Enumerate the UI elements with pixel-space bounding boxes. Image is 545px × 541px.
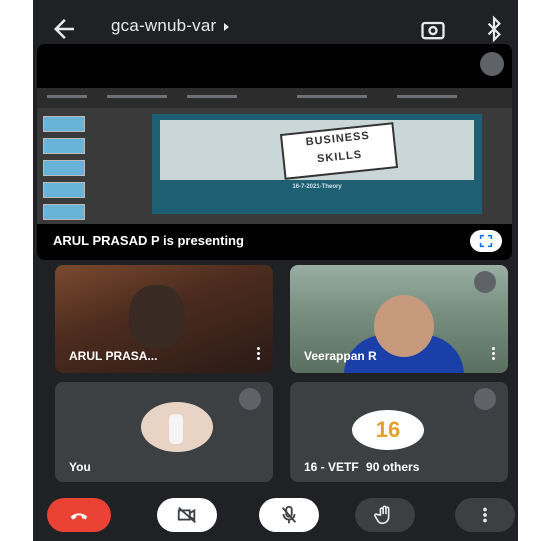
meeting-title[interactable]: gca-wnub-var (111, 16, 230, 36)
participant-name: Veerappan R (304, 349, 377, 363)
participant-name-text: 16 - VETF (304, 460, 359, 474)
pin-icon[interactable] (480, 52, 504, 76)
participant-name: You (69, 460, 91, 474)
raise-hand-icon (374, 505, 390, 525)
participant-tile[interactable]: 16 16 - VETF 90 others (290, 382, 508, 482)
presenter-status: ARUL PRASAD P is presenting (53, 233, 244, 248)
participant-tile[interactable]: You (55, 382, 273, 482)
avatar: 16 (352, 410, 424, 450)
meet-app: gca-wnub-var BUSINESS SKILLS 16-7-2021-T… (33, 0, 518, 541)
more-options-button[interactable] (455, 498, 515, 532)
slide-sign: BUSINESS SKILLS (279, 122, 399, 180)
phone-hangup-icon (70, 513, 88, 520)
slide-thumbnails (43, 116, 87, 220)
participant-tile[interactable]: Veerappan R (290, 265, 508, 373)
more-vert-icon[interactable] (492, 347, 496, 361)
others-count: 90 others (366, 460, 420, 474)
more-vert-icon (483, 507, 487, 523)
fullscreen-button[interactable] (470, 230, 502, 252)
participant-face (374, 295, 434, 357)
participant-name: ARUL PRASA... (69, 349, 158, 363)
meeting-code: gca-wnub-var (111, 16, 217, 35)
slide-image: BUSINESS SKILLS (160, 120, 474, 180)
caret-right-icon (224, 22, 230, 31)
raise-hand-button[interactable] (355, 498, 415, 532)
participant-tile[interactable]: ARUL PRASA... (55, 265, 273, 373)
bluetooth-icon[interactable] (481, 14, 507, 44)
end-call-button[interactable] (47, 498, 111, 532)
presentation-view[interactable]: BUSINESS SKILLS 16-7-2021-Theory ARUL PR… (37, 44, 512, 260)
camera-off-icon (177, 506, 196, 524)
mic-off-icon (474, 388, 496, 410)
shared-screen: BUSINESS SKILLS 16-7-2021-Theory (37, 88, 512, 224)
slide-thumbnail (43, 116, 85, 132)
more-vert-icon[interactable] (257, 347, 261, 361)
camera-toggle-button[interactable] (157, 498, 217, 532)
slide-thumbnail (43, 138, 85, 154)
mic-off-icon (474, 271, 496, 293)
slide-thumbnail (43, 160, 85, 176)
mic-off-icon (281, 505, 297, 524)
mic-off-icon (239, 388, 261, 410)
mic-toggle-button[interactable] (259, 498, 319, 532)
ribbon-bar (37, 88, 512, 108)
avatar (141, 402, 213, 452)
arrow-left-icon[interactable] (49, 14, 79, 44)
fullscreen-icon (479, 234, 493, 248)
slide-title: 16-7-2021-Theory (292, 184, 342, 190)
slide-thumbnail (43, 182, 85, 198)
camera-switch-icon[interactable] (419, 16, 447, 44)
participant-name: 16 - VETF 90 others (304, 460, 419, 474)
slide-thumbnail (43, 204, 85, 220)
participant-video (129, 285, 185, 349)
current-slide: BUSINESS SKILLS 16-7-2021-Theory (152, 114, 482, 214)
